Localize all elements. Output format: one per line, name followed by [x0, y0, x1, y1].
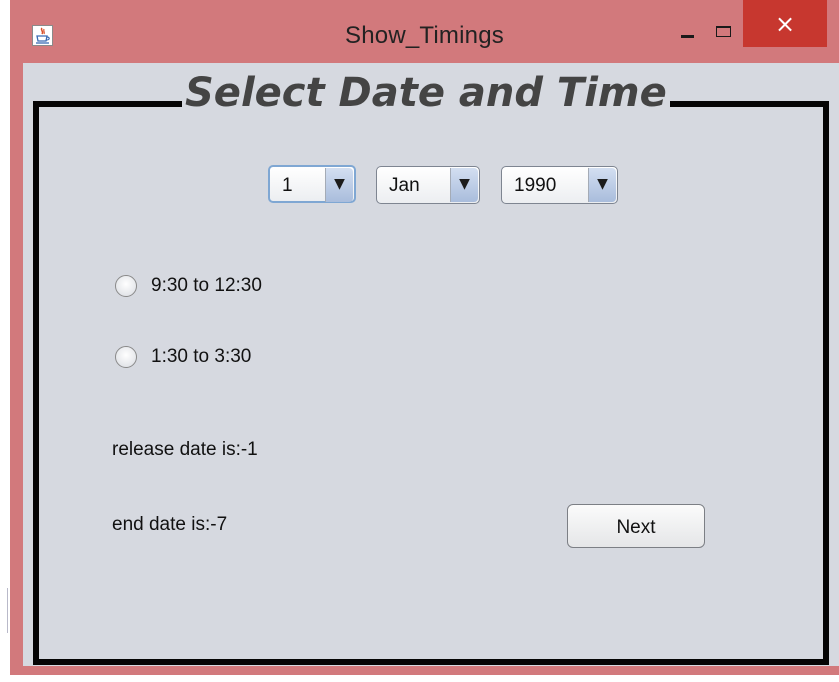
close-button[interactable]: × [743, 0, 827, 47]
timing-label[interactable]: 9:30 to 12:30 [151, 275, 262, 297]
next-button-label: Next [616, 517, 656, 538]
month-dropdown-arrow[interactable]: ▼ [450, 168, 478, 202]
month-value: Jan [389, 175, 420, 196]
background-edge [7, 588, 8, 633]
maximize-button[interactable] [705, 14, 743, 48]
minimize-button[interactable] [670, 14, 706, 48]
year-dropdown-arrow[interactable]: ▼ [588, 168, 616, 202]
year-value: 1990 [514, 175, 557, 196]
triangle-down-icon: ▼ [459, 176, 470, 192]
month-dropdown[interactable]: Jan ▼ [376, 166, 480, 204]
day-dropdown[interactable]: 1 ▼ [268, 165, 356, 203]
screen: Show_Timings × Select Date and Time 1 ▼ … [0, 0, 839, 682]
title-bar[interactable]: Show_Timings × [10, 0, 839, 63]
day-dropdown-arrow[interactable]: ▼ [325, 168, 353, 202]
release-date-label: release date is:-1 [112, 439, 258, 460]
timing-label[interactable]: 1:30 to 3:30 [151, 346, 251, 368]
end-date-label: end date is:-7 [112, 514, 228, 535]
triangle-down-icon: ▼ [597, 176, 608, 192]
day-value: 1 [282, 175, 293, 196]
minimize-icon [681, 35, 694, 38]
maximize-icon [716, 26, 731, 37]
show-timings-window: Show_Timings × Select Date and Time 1 ▼ … [10, 0, 839, 675]
triangle-down-icon: ▼ [334, 176, 345, 192]
radio-button[interactable] [115, 346, 137, 368]
next-button[interactable]: Next [567, 504, 705, 548]
close-icon: × [774, 10, 796, 38]
group-title: Select Date and Time [182, 68, 670, 118]
content-panel: Select Date and Time 1 ▼ Jan ▼ 1990 ▼ 9:… [23, 63, 839, 666]
radio-button[interactable] [115, 275, 137, 297]
year-dropdown[interactable]: 1990 ▼ [501, 166, 618, 204]
